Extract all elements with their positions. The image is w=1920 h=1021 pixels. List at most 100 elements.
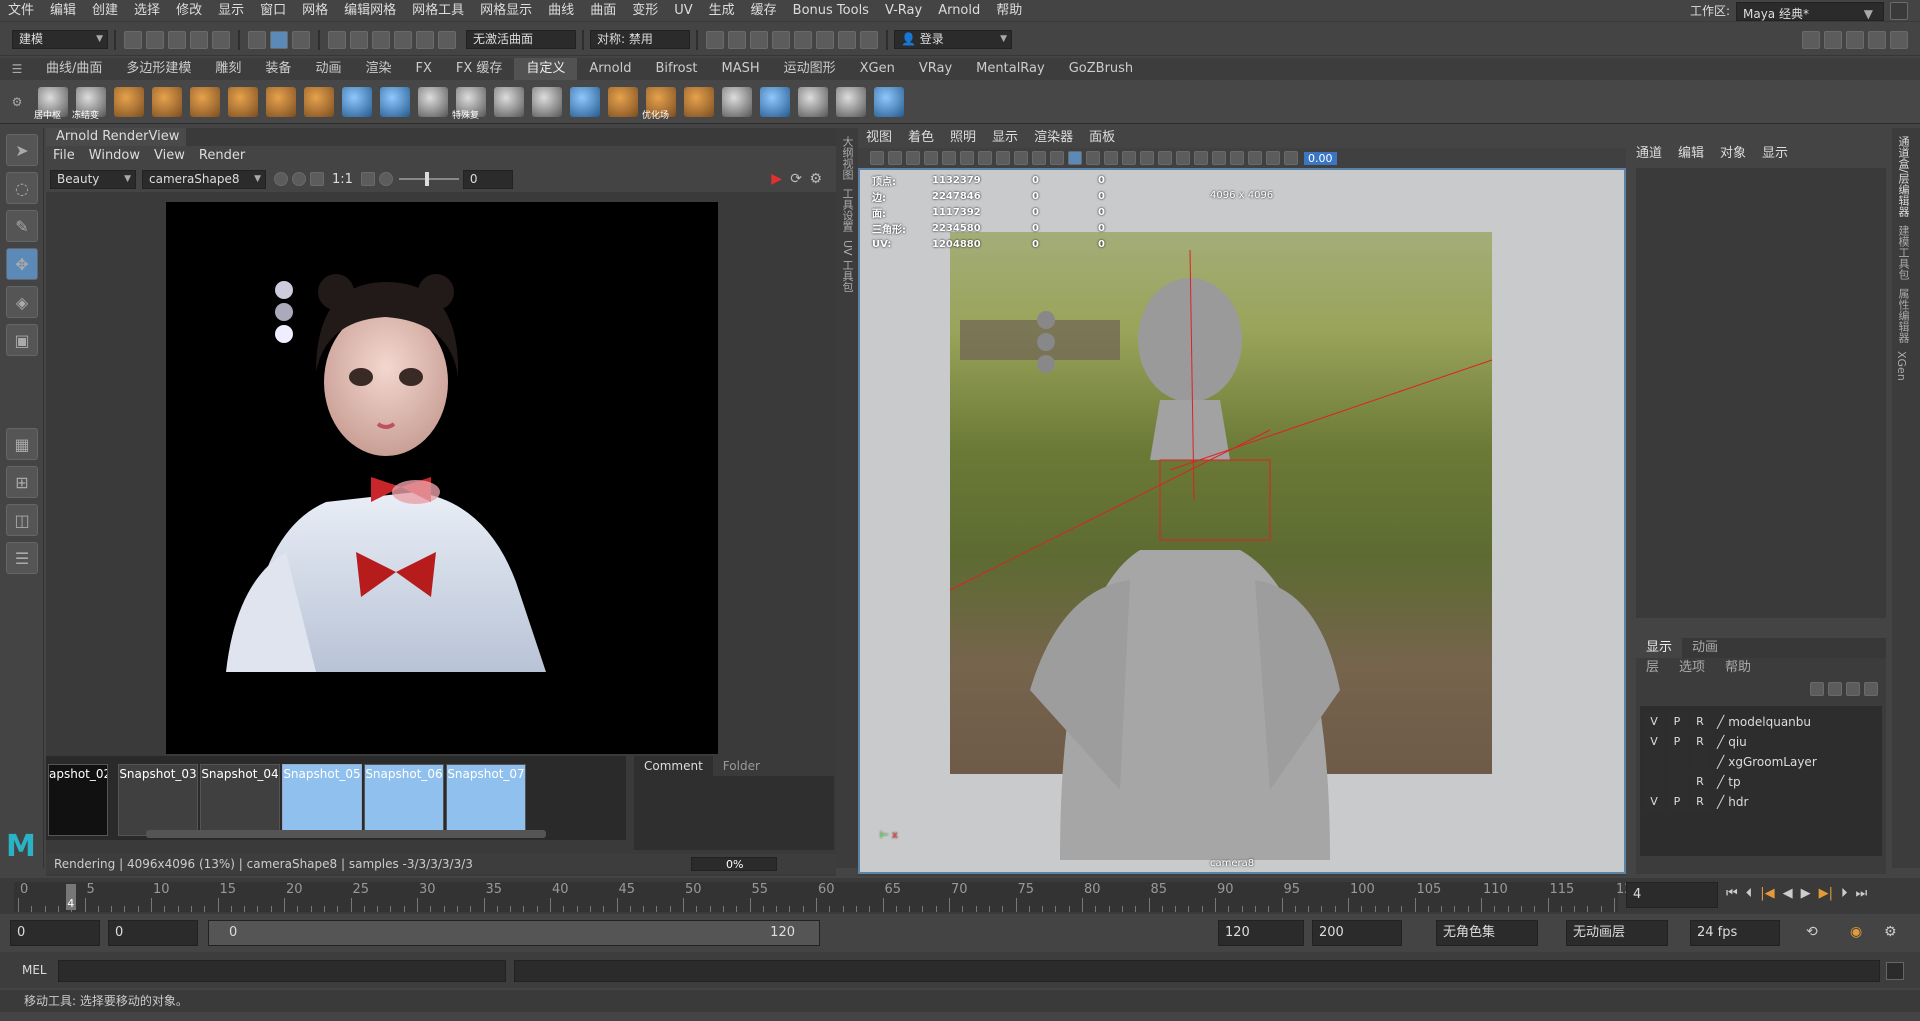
layer-menu-help[interactable]: 帮助 [1715, 658, 1761, 678]
menu-item[interactable]: 显示 [210, 0, 252, 22]
mode-dropdown[interactable]: 建模 ▼ [12, 30, 108, 49]
shelf-tab[interactable]: GoZBrush [1057, 58, 1145, 80]
gear-icon[interactable]: ⚙ [0, 95, 34, 109]
shelf-tab[interactable]: 自定义 [514, 58, 578, 80]
exposure-field[interactable]: 0 [462, 169, 513, 189]
anti-alias-icon[interactable] [1194, 151, 1208, 165]
tab-modeling-toolkit[interactable]: 建模工具包 [1895, 225, 1911, 280]
shelf-tab[interactable]: FX 缓存 [444, 58, 515, 80]
gate-mask-icon[interactable] [996, 151, 1010, 165]
menu-item[interactable]: 编辑网格 [336, 0, 404, 22]
channelbox-menu-object[interactable]: 对象 [1712, 142, 1754, 166]
anim-end-field[interactable]: 200 [1312, 920, 1402, 946]
single-view-icon[interactable]: ▦ [6, 428, 38, 460]
time-ruler[interactable]: 0 5 10 15 20 25 30 35 40 45 50 55 60 65 70 75 80 85 90 95 10… [14, 882, 1641, 912]
viewport-menu-view[interactable]: 视图 [858, 128, 900, 148]
viewport-menu-lighting[interactable]: 照明 [942, 128, 984, 148]
gear-icon[interactable]: ⚙ [809, 171, 822, 187]
snapshot-thumb[interactable]: Snapshot_03 [118, 764, 198, 836]
menu-item[interactable]: 曲面 [582, 0, 624, 22]
menu-item[interactable]: V-Ray [877, 0, 930, 22]
smooth-shade-icon[interactable] [1068, 151, 1082, 165]
menu-item[interactable]: 文件 [0, 0, 42, 22]
shelf-tool-8[interactable] [380, 86, 410, 117]
fps-dropdown[interactable]: 24 fps [1690, 920, 1780, 946]
move-layer-down-icon[interactable] [1828, 682, 1842, 696]
vray-render-icon[interactable] [816, 30, 834, 49]
grid-icon[interactable] [942, 151, 956, 165]
modeling-toolkit-icon[interactable] [1802, 31, 1820, 49]
optimize-scene-button[interactable]: 优化场 [642, 86, 676, 121]
tab-outliner[interactable]: 大纲视图 [839, 136, 855, 180]
select-tool-icon[interactable]: ➤ [6, 134, 38, 166]
move-layer-up-icon[interactable] [1810, 682, 1824, 696]
layer-menu-layers[interactable]: 层 [1636, 658, 1669, 678]
shelf-tool-2[interactable] [152, 86, 182, 117]
layer-toggle-r[interactable]: R [1690, 793, 1710, 811]
pause-icon[interactable] [860, 30, 878, 49]
shelf-tool-15[interactable] [722, 86, 752, 117]
snapshot-scrollbar[interactable] [146, 830, 546, 838]
anim-start-field[interactable]: 0 [10, 920, 100, 946]
channel-box-icon[interactable] [1868, 31, 1886, 49]
layer-row[interactable]: V P R ╱ modelquanbu [1640, 712, 1882, 732]
range-bar[interactable]: 0 120 [208, 920, 820, 946]
vray-ipr-icon[interactable] [838, 30, 856, 49]
outliner-layout-icon[interactable]: ☰ [6, 542, 38, 574]
exposure-icon[interactable] [1284, 151, 1298, 165]
live-surface-field[interactable]: 无激活曲面 [466, 30, 576, 49]
layer-toggle-r[interactable]: R [1690, 733, 1710, 751]
shelf-tool-18[interactable] [836, 86, 866, 117]
layer-row[interactable]: V P R ╱ qiu [1640, 732, 1882, 752]
shelf-tool-12[interactable] [570, 86, 600, 117]
snap-edge-icon[interactable] [438, 30, 456, 49]
shelf-tool-6[interactable] [304, 86, 334, 117]
shelf-tool-11[interactable] [532, 86, 562, 117]
menu-item[interactable]: UV [666, 0, 700, 22]
tab-xgen[interactable]: XGen [1895, 351, 1908, 381]
tab-tool-settings[interactable]: 工具设置 [839, 188, 855, 232]
select-hierarchy-icon[interactable] [248, 30, 266, 49]
shelf-tab[interactable]: 渲染 [353, 58, 403, 80]
shelf-tool-19[interactable] [874, 86, 904, 117]
viewport-menu-show[interactable]: 显示 [984, 128, 1026, 148]
exposure-icon[interactable] [378, 172, 393, 186]
shelf-tool-9[interactable] [418, 86, 448, 117]
camera-dropdown[interactable]: cameraShape8 ▼ [142, 169, 266, 189]
anim-prefs-icon[interactable]: ⚙ [1884, 924, 1897, 940]
shelf-tool-17[interactable] [798, 86, 828, 117]
shelf-tab[interactable]: 运动图形 [772, 58, 848, 80]
backface-icon[interactable] [1266, 151, 1280, 165]
refresh-icon[interactable]: ⟳ [790, 171, 802, 187]
layer-row[interactable]: V P R ╱ hdr [1640, 792, 1882, 812]
tab-attribute-editor[interactable]: 属性编辑器 [1895, 288, 1911, 343]
attribute-editor-icon[interactable] [1824, 31, 1842, 49]
render-menu-file[interactable]: File [46, 146, 82, 166]
lock-icon[interactable] [1890, 2, 1908, 20]
snapshot-thumb[interactable]: Snapshot_06 [364, 764, 444, 836]
isolate-select-icon[interactable] [1212, 151, 1226, 165]
prev-key-icon[interactable]: |◀ [1760, 886, 1774, 901]
current-frame-field[interactable]: 4 [1626, 882, 1718, 908]
render-menu-render[interactable]: Render [192, 146, 252, 166]
textured-icon[interactable] [1104, 151, 1118, 165]
select-object-icon[interactable] [270, 30, 288, 49]
layer-row[interactable]: R ╱ tp [1640, 772, 1882, 792]
menu-item[interactable]: Bonus Tools [785, 0, 877, 22]
layer-toggle-p[interactable]: P [1667, 713, 1687, 731]
paint-select-icon[interactable]: ✎ [6, 210, 38, 242]
workspace-dropdown[interactable]: Maya 经典* ▼ [1736, 1, 1884, 21]
snapshot-thumb[interactable]: Snapshot_04 [200, 764, 280, 836]
new-layer-icon[interactable] [1846, 682, 1860, 696]
character-set-dropdown[interactable]: 无角色集 [1436, 920, 1538, 946]
menu-item[interactable]: 生成 [701, 0, 743, 22]
snap-grid-icon[interactable] [328, 30, 346, 49]
layer-toggle-v[interactable]: V [1644, 733, 1664, 751]
shelf-tab[interactable]: MentalRay [964, 58, 1057, 80]
symmetry-dropdown[interactable]: 对称: 禁用 [590, 30, 690, 49]
motion-blur-icon[interactable] [1176, 151, 1190, 165]
wireframe-on-shaded-icon[interactable] [1086, 151, 1100, 165]
viewport-menu-shading[interactable]: 着色 [900, 128, 942, 148]
two-view-icon[interactable]: ◫ [6, 504, 38, 536]
viewport-menu-panels[interactable]: 面板 [1081, 128, 1123, 148]
